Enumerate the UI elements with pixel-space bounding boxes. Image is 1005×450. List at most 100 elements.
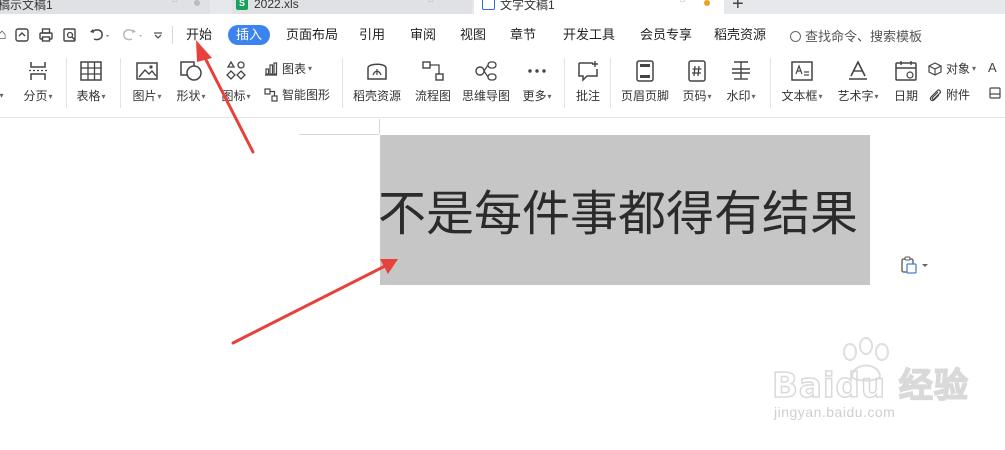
smart-shape-button[interactable]: 智能图形 bbox=[264, 86, 330, 103]
watermark-icon bbox=[732, 61, 750, 80]
header-footer-icon bbox=[636, 60, 654, 82]
attachment-label: 附件 bbox=[946, 88, 971, 102]
header-footer-label: 页眉页脚 bbox=[620, 89, 669, 103]
object-label: 对象 bbox=[946, 62, 971, 76]
new-tab-button[interactable]: + bbox=[732, 0, 744, 14]
page-margin-mark bbox=[379, 119, 380, 134]
tab-document[interactable]: 文字文稿1 ⌂ bbox=[474, 0, 724, 14]
group-divider bbox=[610, 58, 611, 108]
flowchart-button[interactable]: 流程图 bbox=[412, 60, 454, 103]
divider bbox=[172, 26, 173, 44]
mindmap-button[interactable]: 思维导图 bbox=[460, 60, 512, 103]
paste-options-button[interactable] bbox=[900, 256, 930, 276]
group-divider bbox=[564, 58, 565, 108]
print-icon[interactable] bbox=[38, 27, 54, 43]
more-button[interactable]: 更多▾ bbox=[518, 60, 556, 104]
object-button[interactable]: 对象 ▾ bbox=[928, 60, 976, 77]
menu-home[interactable]: 开始 bbox=[186, 27, 212, 43]
menu-references[interactable]: 引用 bbox=[359, 27, 385, 43]
page-number-button[interactable]: 页码▾ bbox=[678, 60, 716, 104]
redo-icon[interactable] bbox=[122, 27, 148, 43]
icons-library-icon bbox=[226, 60, 246, 80]
page-number-label: 页码 bbox=[682, 89, 707, 103]
customize-toolbar-icon[interactable] bbox=[150, 27, 166, 43]
tab-presentation[interactable]: 稿示文稿1 ⌂ bbox=[0, 0, 210, 14]
pin-icon[interactable]: ⌂ bbox=[680, 0, 686, 5]
print-preview-icon[interactable] bbox=[62, 27, 78, 43]
group-divider bbox=[342, 58, 343, 108]
chart-icon bbox=[265, 61, 278, 76]
group-divider bbox=[770, 58, 771, 108]
smart-shape-label: 智能图形 bbox=[282, 88, 331, 102]
tab-label: 稿示文稿1 bbox=[0, 0, 53, 12]
docer-resources-icon bbox=[367, 63, 387, 80]
command-search[interactable]: 查找命令、搜索模板 bbox=[790, 26, 922, 45]
ribbon-prev-caret[interactable]: ▾ bbox=[0, 59, 6, 103]
header-footer-button[interactable]: 页眉页脚 bbox=[618, 60, 672, 103]
page-margin-mark bbox=[299, 134, 379, 135]
picture-icon bbox=[136, 62, 158, 80]
menu-review[interactable]: 审阅 bbox=[410, 27, 436, 43]
undo-icon[interactable] bbox=[88, 27, 114, 43]
search-icon bbox=[790, 31, 801, 42]
pin-icon[interactable]: ⌂ bbox=[172, 0, 178, 5]
watermark-url: jingyan.baidu.com bbox=[774, 404, 896, 420]
clipboard-icon bbox=[901, 256, 928, 274]
unsaved-dot bbox=[704, 0, 710, 6]
textbox-icon bbox=[791, 61, 813, 81]
tab-spreadsheet[interactable]: S 2022.xls ⌂ bbox=[232, 0, 472, 14]
text-tool-button[interactable]: A bbox=[988, 60, 997, 75]
page-break-button[interactable]: 分页▾ bbox=[18, 60, 58, 104]
shape-icon bbox=[180, 61, 202, 81]
date-label: 日期 bbox=[893, 89, 918, 103]
picture-label: 图片 bbox=[132, 89, 157, 103]
more-icon bbox=[528, 69, 546, 73]
more-tool-button[interactable] bbox=[988, 86, 1005, 100]
smart-shape-icon bbox=[264, 87, 278, 102]
chart-label: 图表 bbox=[282, 62, 307, 76]
selected-document-text[interactable]: 不是每件事都得有结果 bbox=[378, 182, 878, 246]
save-icon[interactable] bbox=[14, 27, 30, 43]
watermark-label: 水印 bbox=[726, 89, 751, 103]
docer-resources-button[interactable]: 稻壳资源 bbox=[350, 60, 404, 103]
icon-label: 图标 bbox=[221, 89, 246, 103]
chart-button[interactable]: 图表 ▾ bbox=[264, 60, 312, 77]
document-icon bbox=[482, 0, 495, 10]
menu-page-layout[interactable]: 页面布局 bbox=[286, 27, 338, 43]
menu-member[interactable]: 会员专享 bbox=[640, 27, 692, 43]
open-icon[interactable]: ⌂ bbox=[0, 27, 10, 43]
menu-insert[interactable]: 插入 bbox=[228, 25, 270, 45]
menu-chapter[interactable]: 章节 bbox=[510, 27, 536, 43]
tab-label: 2022.xls bbox=[254, 0, 299, 11]
wordart-button[interactable]: 艺术字▾ bbox=[834, 60, 882, 104]
menu-developer[interactable]: 开发工具 bbox=[563, 27, 615, 43]
pin-icon[interactable]: ⌂ bbox=[428, 0, 434, 5]
docer-resources-label: 稻壳资源 bbox=[352, 89, 401, 103]
menu-view[interactable]: 视图 bbox=[460, 27, 486, 43]
table-label: 表格 bbox=[76, 89, 101, 103]
flowchart-label: 流程图 bbox=[414, 89, 451, 103]
picture-button[interactable]: 图片▾ bbox=[128, 60, 166, 104]
wordart-icon bbox=[849, 60, 867, 80]
comment-label: 批注 bbox=[575, 89, 600, 103]
tool-icon bbox=[989, 87, 1001, 99]
more-label: 更多 bbox=[522, 89, 547, 103]
menu-docer[interactable]: 稻壳资源 bbox=[714, 27, 766, 43]
calendar-icon bbox=[895, 61, 917, 81]
mindmap-icon bbox=[475, 61, 497, 81]
table-button[interactable]: 表格▾ bbox=[72, 60, 110, 104]
icon-button[interactable]: 图标▾ bbox=[216, 60, 256, 104]
textbox-button[interactable]: 文本框▾ bbox=[778, 60, 826, 104]
tab-label: 文字文稿1 bbox=[500, 0, 555, 12]
group-divider bbox=[120, 58, 121, 108]
textbox-label: 文本框 bbox=[781, 89, 818, 103]
page-number-icon bbox=[688, 60, 706, 82]
attachment-button[interactable]: 附件 bbox=[928, 86, 970, 103]
object-icon bbox=[928, 61, 942, 76]
date-button[interactable]: 日期 bbox=[890, 60, 922, 103]
page-break-icon bbox=[29, 62, 47, 80]
watermark-button[interactable]: 水印▾ bbox=[722, 60, 760, 104]
comment-button[interactable]: 批注 bbox=[572, 60, 604, 103]
shape-button[interactable]: 形状▾ bbox=[172, 60, 210, 104]
search-placeholder: 查找命令、搜索模板 bbox=[805, 29, 923, 44]
